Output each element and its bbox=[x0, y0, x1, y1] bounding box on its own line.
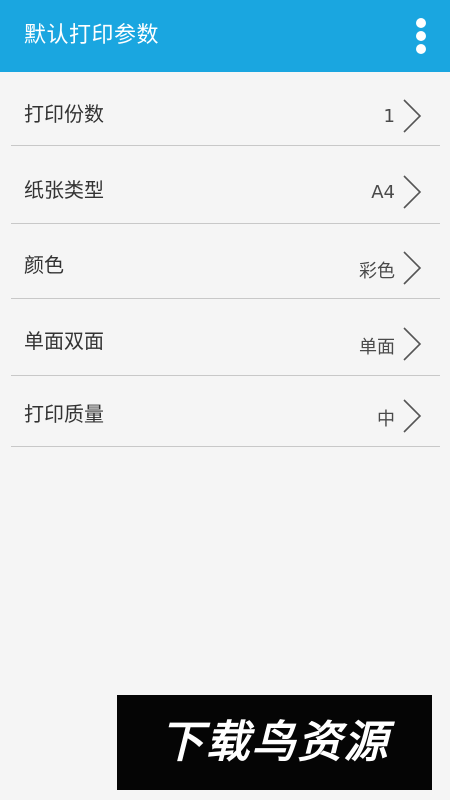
settings-list: 打印份数 1 纸张类型 A4 颜色 彩色 单面双面 单面 打印质量 中 bbox=[11, 72, 440, 447]
chevron-right-icon bbox=[401, 174, 423, 210]
page-title: 默认打印参数 bbox=[24, 23, 160, 48]
setting-label: 打印份数 bbox=[24, 102, 104, 126]
setting-value: 单面 bbox=[359, 337, 395, 358]
chevron-right-icon bbox=[401, 326, 423, 362]
app-bar: 默认打印参数 bbox=[0, 0, 450, 72]
menu-dot bbox=[416, 18, 426, 28]
chevron-right-icon bbox=[401, 398, 423, 434]
setting-label: 纸张类型 bbox=[24, 178, 104, 202]
setting-row-color[interactable]: 颜色 彩色 bbox=[11, 224, 440, 299]
setting-row-paper-type[interactable]: 纸张类型 A4 bbox=[11, 146, 440, 224]
setting-value: 1 bbox=[383, 106, 395, 127]
setting-value: A4 bbox=[371, 182, 395, 203]
screen: 默认打印参数 打印份数 1 纸张类型 A4 颜色 彩色 单面双面 单面 打印质量… bbox=[0, 0, 450, 800]
overflow-menu-icon[interactable] bbox=[410, 16, 432, 56]
setting-label: 颜色 bbox=[24, 253, 64, 277]
setting-row-copies[interactable]: 打印份数 1 bbox=[11, 72, 440, 146]
menu-dot bbox=[416, 31, 426, 41]
setting-row-quality[interactable]: 打印质量 中 bbox=[11, 376, 440, 447]
watermark-logo: 下载鸟资源 bbox=[117, 695, 432, 790]
chevron-right-icon bbox=[401, 250, 423, 286]
setting-label: 打印质量 bbox=[24, 402, 104, 426]
setting-value: 彩色 bbox=[359, 261, 395, 282]
setting-value: 中 bbox=[377, 409, 395, 430]
menu-dot bbox=[416, 44, 426, 54]
chevron-right-icon bbox=[401, 98, 423, 134]
setting-label: 单面双面 bbox=[24, 329, 104, 353]
setting-row-duplex[interactable]: 单面双面 单面 bbox=[11, 299, 440, 376]
